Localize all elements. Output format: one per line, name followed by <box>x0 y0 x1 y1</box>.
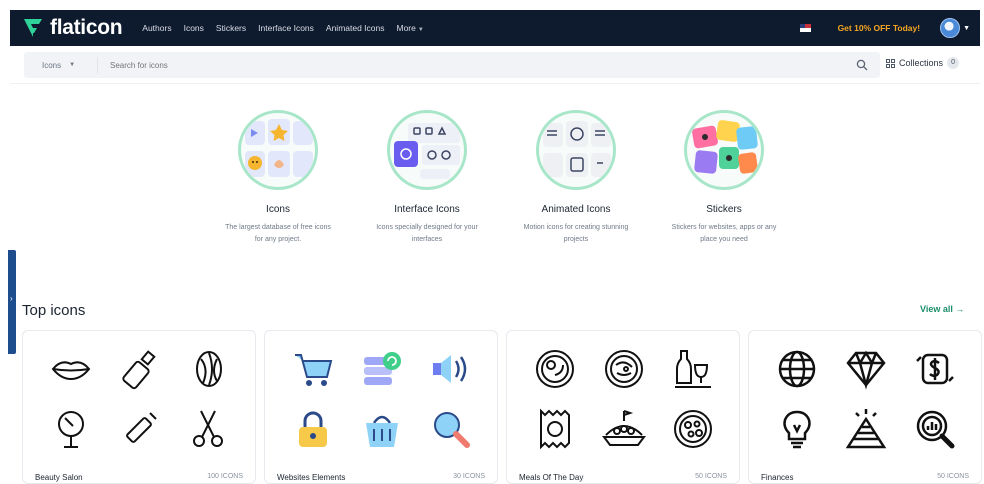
nav-more[interactable]: More ▼ <box>397 23 424 33</box>
breakfast-plate-icon <box>536 350 575 388</box>
animated-tiles-icon <box>543 121 611 177</box>
us-flag-icon[interactable] <box>799 24 811 32</box>
soup-bowl-icon <box>673 410 712 448</box>
flaticon-logo[interactable]: flaticon <box>22 16 123 40</box>
caret-down-icon: ▼ <box>69 62 76 68</box>
user-avatar[interactable] <box>940 18 961 38</box>
shopping-cart-icon <box>295 354 333 386</box>
category-title: Animated Icons <box>541 204 611 215</box>
main-nav: Authors Icons Stickers Interface Icons A… <box>142 23 436 33</box>
pack-card-websites-elements[interactable]: Websites Elements 30 ICONS <box>264 330 498 484</box>
side-panel-tab[interactable] <box>8 250 16 354</box>
database-sync-icon <box>363 352 401 385</box>
search-type-select[interactable]: Icons ▼ <box>24 57 98 73</box>
search-box: Icons ▼ <box>24 52 880 78</box>
category-description: Icons specially designed for your interf… <box>376 224 478 243</box>
collections-count-badge: 0 <box>947 57 960 69</box>
stickers-category-illustration <box>684 110 764 190</box>
lightbulb-icon <box>783 410 812 449</box>
top-navbar: flaticon Authors Icons Stickers Interfac… <box>10 10 980 46</box>
pack-icon-grid <box>37 339 243 459</box>
speaker-icon <box>432 355 466 383</box>
interface-category-illustration <box>387 110 467 190</box>
pack-name: Meals Of The Day <box>519 473 584 482</box>
icons-category-illustration <box>238 110 318 190</box>
search-icon[interactable] <box>856 59 868 71</box>
collections-grid-icon <box>886 58 895 68</box>
interface-ui-icon <box>394 123 460 179</box>
pyramid-icon <box>845 409 887 449</box>
dollar-exchange-icon <box>915 353 954 385</box>
stickers-collage-icon <box>692 120 758 174</box>
nav-more-label: More <box>396 23 416 33</box>
category-title: Icons <box>266 204 290 215</box>
pack-card-finances[interactable]: Finances 50 ICONS <box>748 330 982 484</box>
nav-animated-icons[interactable]: Animated Icons <box>326 23 385 33</box>
category-cards: Icons The largest database of free icons… <box>200 110 800 260</box>
diamond-icon <box>846 350 886 390</box>
nav-interface-icons[interactable]: Interface Icons <box>258 23 314 33</box>
padlock-icon <box>299 411 328 447</box>
food-tray-icon <box>601 410 646 446</box>
pack-name: Websites Elements <box>277 473 346 482</box>
pack-icon-grid <box>521 339 727 459</box>
nav-stickers[interactable]: Stickers <box>216 23 246 33</box>
pack-icon-grid <box>279 339 485 459</box>
category-description: Stickers for websites, apps or any place… <box>671 224 777 243</box>
pack-icon-grid <box>763 339 969 459</box>
bottle-and-glass-icon <box>674 350 711 388</box>
pack-count: 30 ICONS <box>453 473 485 480</box>
category-title: Interface Icons <box>394 204 460 215</box>
pack-card-beauty-salon[interactable]: Beauty Salon 100 ICONS <box>22 330 256 484</box>
pack-name: Finances <box>761 473 794 482</box>
search-type-label: Icons <box>42 60 62 70</box>
top-icon-packs: Beauty Salon 100 ICONS Websites Elements… <box>22 330 982 484</box>
salad-plate-icon <box>604 350 643 388</box>
basket-icon <box>365 415 398 447</box>
category-stickers[interactable]: Stickers Stickers for websites, apps or … <box>664 110 784 246</box>
avatar-chevron-icon[interactable]: ▼ <box>963 25 970 32</box>
promo-link[interactable]: Get 10% OFF Today! <box>838 23 921 33</box>
view-all-link[interactable]: View all → <box>920 304 964 314</box>
search-row: Icons ▼ Collections 0 <box>10 46 980 84</box>
category-animated-icons[interactable]: Animated Icons Motion icons for creating… <box>516 110 636 246</box>
pack-count: 50 ICONS <box>937 473 969 480</box>
nav-authors[interactable]: Authors <box>142 23 171 33</box>
flaticon-logo-icon <box>24 19 42 37</box>
collections-label: Collections <box>899 58 944 68</box>
globe-icon <box>779 350 816 388</box>
lotion-bottle-icon <box>122 350 156 390</box>
snack-bag-icon <box>540 408 571 450</box>
analytics-search-icon <box>916 410 955 449</box>
category-icons[interactable]: Icons The largest database of free icons… <box>218 110 338 246</box>
category-title: Stickers <box>706 204 742 215</box>
ampoule-icon <box>126 412 157 443</box>
nav-icons[interactable]: Icons <box>184 23 204 33</box>
category-description: The largest database of free icons for a… <box>225 224 331 243</box>
lips-icon <box>52 361 91 381</box>
magnifier-icon <box>433 412 470 448</box>
topbar-right: Get 10% OFF Today! ▼ <box>799 18 980 38</box>
category-description: Motion icons for creating stunning proje… <box>523 224 629 243</box>
scissors-icon <box>192 410 223 447</box>
pack-count: 50 ICONS <box>695 473 727 480</box>
pack-card-meals-of-the-day[interactable]: Meals Of The Day 50 ICONS <box>506 330 740 484</box>
logo-text: flaticon <box>50 16 123 39</box>
search-input[interactable] <box>98 52 856 78</box>
hand-mirror-icon <box>58 411 85 448</box>
pack-name: Beauty Salon <box>35 473 83 482</box>
hair-icon <box>195 351 222 387</box>
icons-tiles-icon <box>245 119 313 177</box>
pack-count: 100 ICONS <box>207 473 243 480</box>
category-interface-icons[interactable]: Interface Icons Icons specially designed… <box>367 110 487 246</box>
chevron-down-icon: ▼ <box>417 27 424 33</box>
section-title: Top icons <box>22 302 86 319</box>
animated-category-illustration <box>536 110 616 190</box>
collections-button[interactable]: Collections 0 <box>886 57 960 69</box>
